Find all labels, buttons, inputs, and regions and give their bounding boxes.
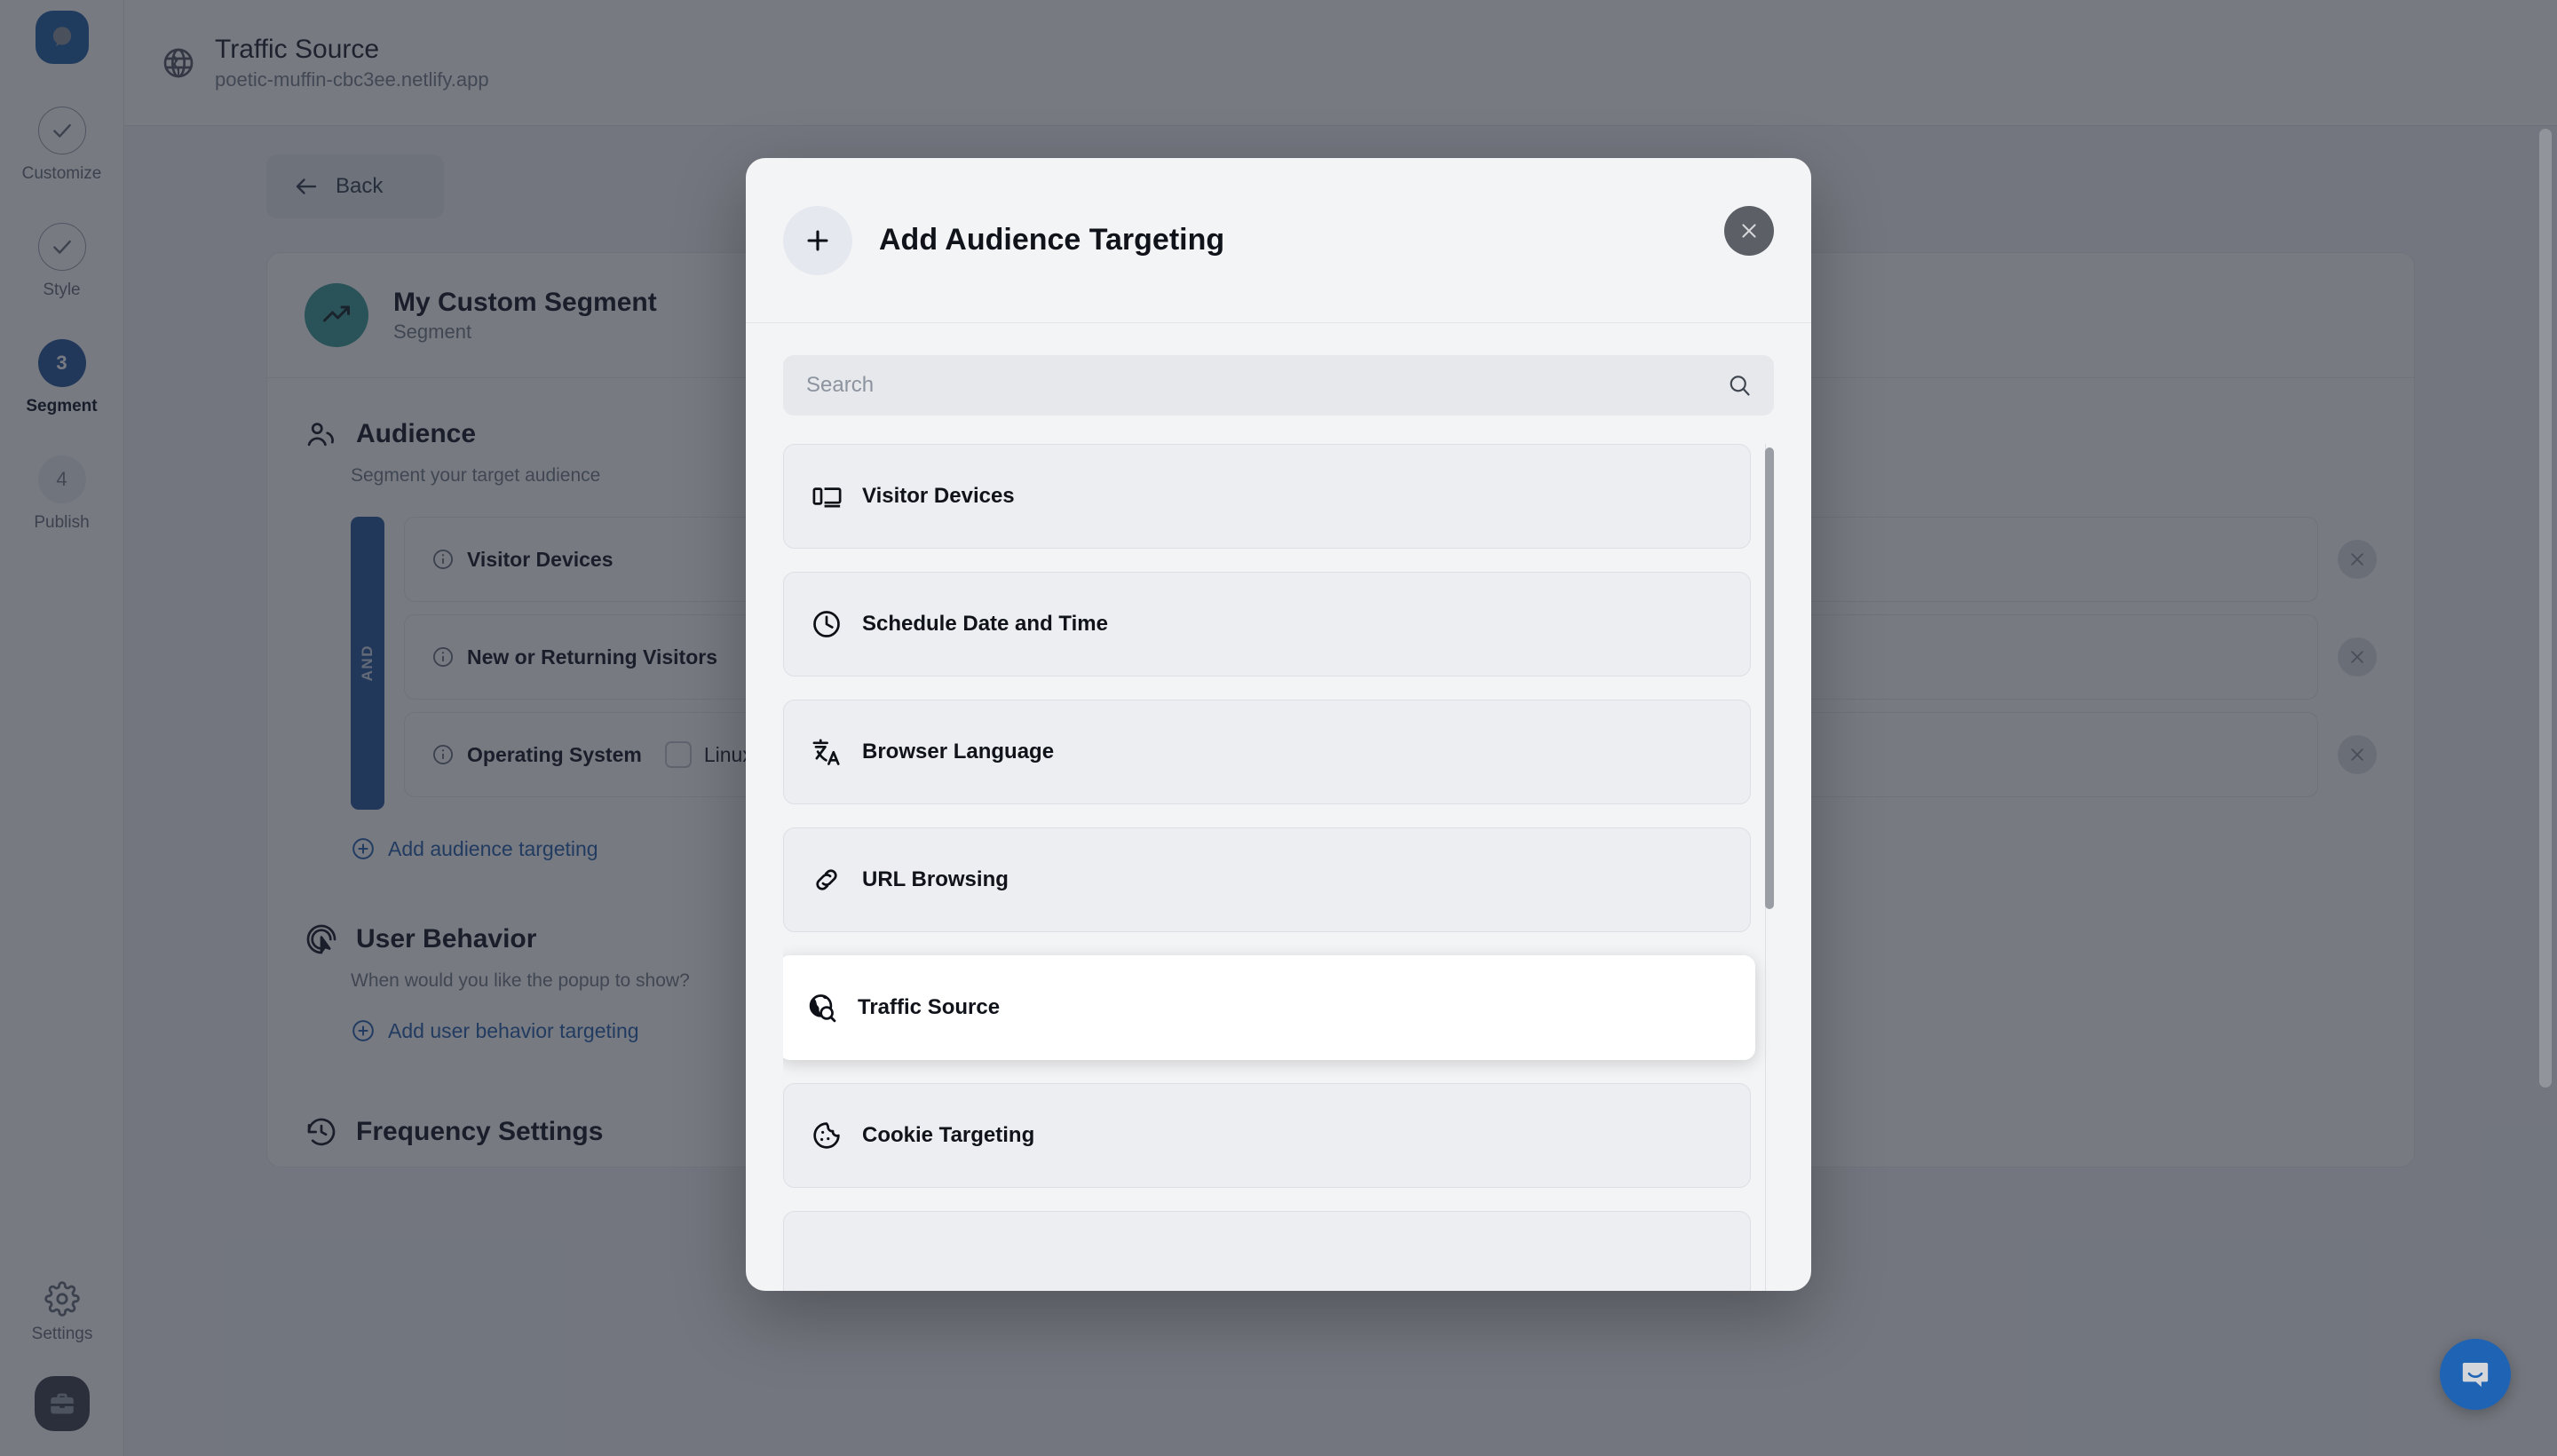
close-icon [1738,219,1761,242]
option-traffic-source[interactable]: Traffic Source [783,955,1755,1060]
option-label: Schedule Date and Time [862,612,1108,637]
option-visitor-devices[interactable]: Visitor Devices [783,444,1751,549]
cookie-icon [811,1120,843,1151]
option-browser-language[interactable]: Browser Language [783,700,1751,804]
option-partial[interactable] [783,1211,1751,1291]
plus-icon [783,206,852,275]
option-label: Cookie Targeting [862,1123,1034,1148]
clock-icon [811,608,843,640]
targeting-option-list[interactable]: Visitor Devices Schedule Date and Time [783,444,1774,1291]
search-icon[interactable] [1726,372,1753,399]
search-field[interactable] [783,355,1774,415]
globe-search-icon [806,992,838,1024]
add-audience-targeting-modal: Add Audience Targeting Visitor Devices [746,158,1811,1291]
chat-bubble-icon [2457,1356,2494,1393]
option-label: URL Browsing [862,867,1009,892]
option-label: Traffic Source [858,995,1000,1020]
search-input[interactable] [806,373,1751,398]
devices-icon [811,480,843,512]
translate-icon [811,736,843,768]
modal-title: Add Audience Targeting [879,223,1224,257]
plus-glyph [803,226,833,256]
link-icon [811,864,843,896]
close-modal-button[interactable] [1724,206,1774,256]
option-url-browsing[interactable]: URL Browsing [783,827,1751,932]
option-label: Visitor Devices [862,484,1015,509]
page-scrollbar[interactable] [2539,129,2552,1088]
option-schedule-date-and-time[interactable]: Schedule Date and Time [783,572,1751,677]
option-list-scrollbar[interactable] [1765,447,1774,909]
modal-header: Add Audience Targeting [746,158,1811,323]
option-cookie-targeting[interactable]: Cookie Targeting [783,1083,1751,1188]
modal-body: Visitor Devices Schedule Date and Time [746,323,1811,1291]
intercom-chat-launcher[interactable] [2440,1339,2511,1410]
option-label: Browser Language [862,740,1054,764]
